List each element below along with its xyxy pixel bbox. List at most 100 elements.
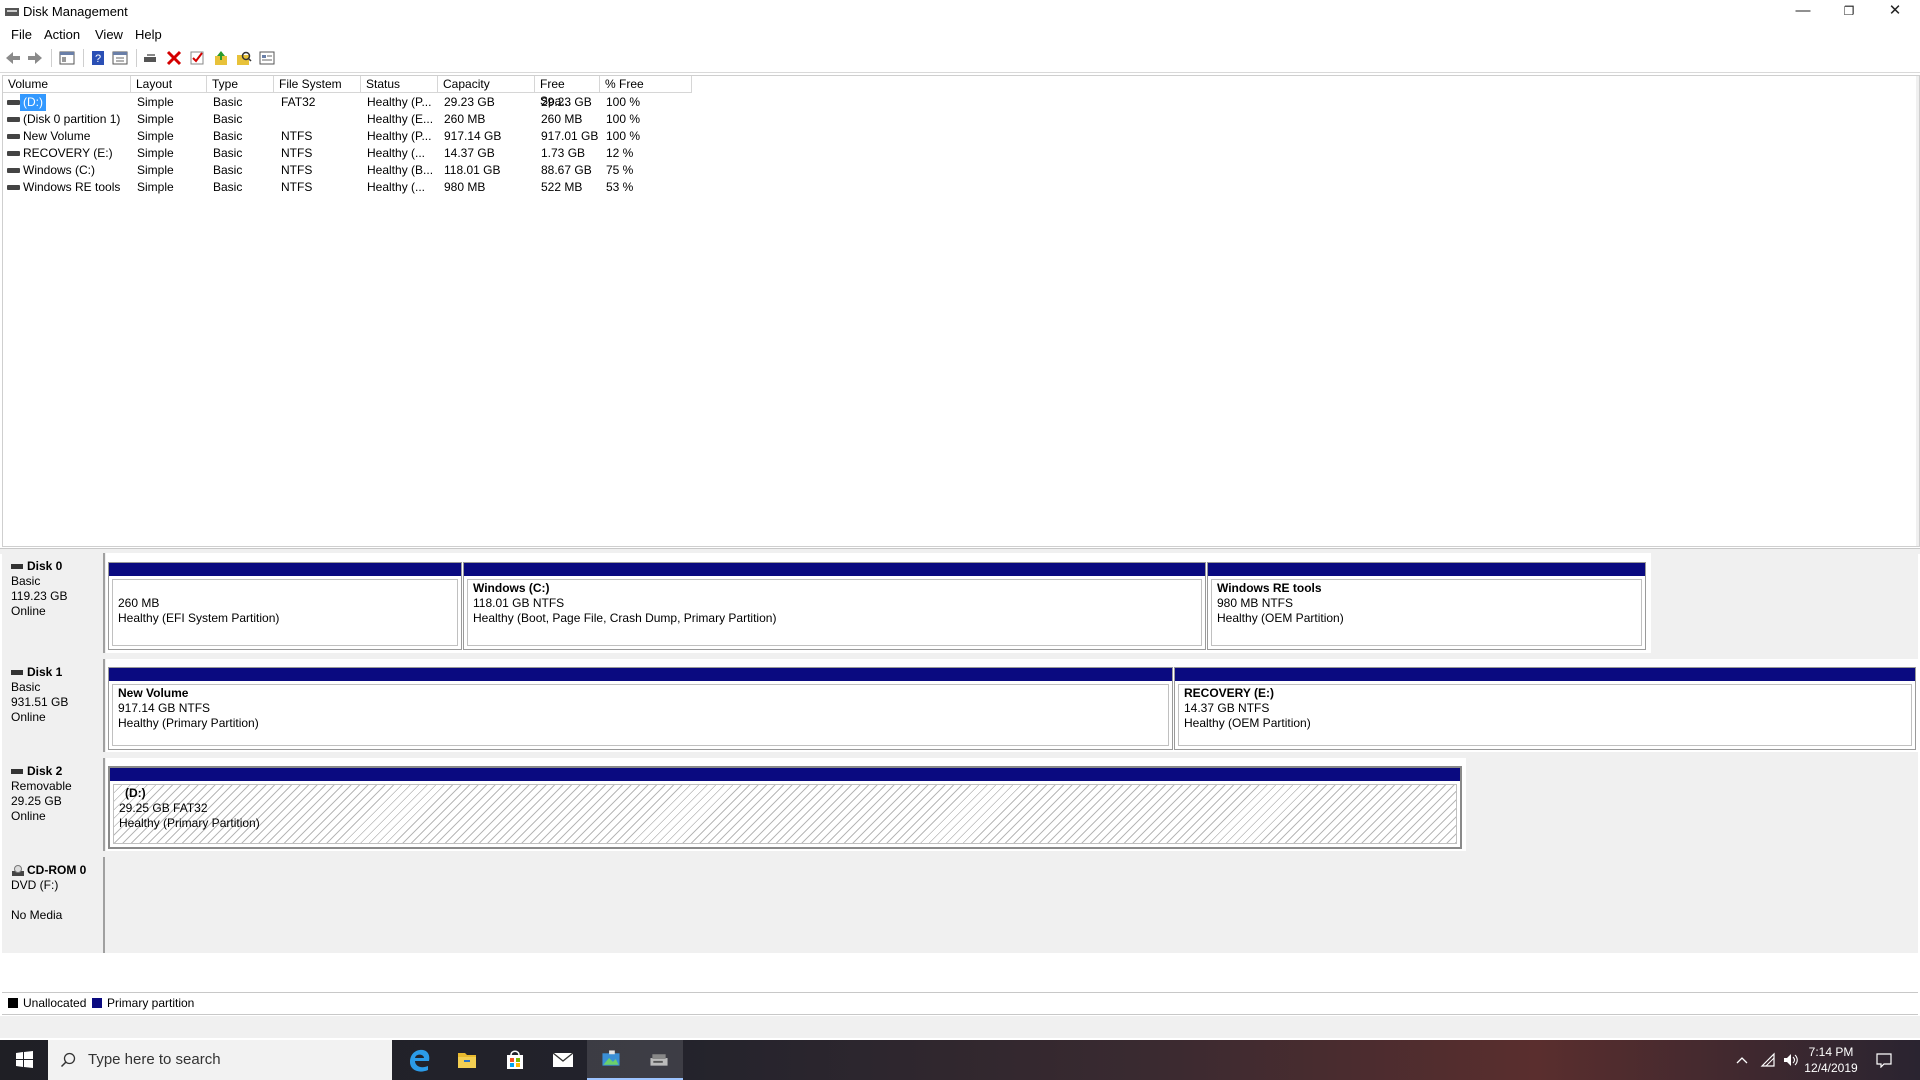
disk-type: Basic [11, 574, 41, 588]
status-bar [0, 1016, 1920, 1038]
disk-label-2[interactable]: Disk 2 Removable 29.25 GB Online [2, 758, 105, 851]
partition-status: Healthy (Primary Partition) [118, 716, 259, 730]
edge-icon[interactable] [395, 1040, 443, 1080]
partition-body: New Volume 917.14 GB NTFS Healthy (Prima… [112, 684, 1169, 746]
partition-windows-re-tools[interactable]: Windows RE tools 980 MB NTFS Healthy (OE… [1207, 562, 1646, 650]
table-row[interactable]: Windows (C:) Simple Basic NTFS Healthy (B...… [3, 162, 703, 179]
photos-icon[interactable] [587, 1040, 635, 1080]
column-header-type[interactable]: Type [207, 76, 274, 93]
file-explorer-icon[interactable] [443, 1040, 491, 1080]
disk-state: Online [11, 809, 46, 823]
volume-icon [7, 168, 20, 173]
partition-title: (D:) [125, 786, 146, 800]
disk-graphical-view: Disk 0 Basic 119.23 GB Online 260 MB Hea… [2, 553, 1918, 953]
close-button[interactable]: ✕ [1872, 0, 1918, 24]
column-header-capacity[interactable]: Capacity [438, 76, 535, 93]
disk-name: Disk 1 [27, 665, 63, 679]
cell-status: Healthy (... [367, 180, 426, 194]
cell-status: Healthy (B... [367, 163, 434, 177]
disk-type: Basic [11, 680, 41, 694]
delete-icon[interactable] [165, 49, 183, 67]
minimize-button[interactable]: — [1780, 0, 1826, 24]
volume-icon [7, 117, 20, 122]
network-icon[interactable] [1760, 1052, 1776, 1068]
export-icon[interactable] [212, 49, 230, 67]
clock-time: 7:14 PM [1808, 1045, 1854, 1059]
column-header-layout[interactable]: Layout [131, 76, 207, 93]
volume-icon [7, 100, 20, 105]
disk-size: 29.25 GB [11, 794, 62, 808]
cell-percent-free: 75 % [606, 163, 634, 177]
store-icon[interactable] [491, 1040, 539, 1080]
volume-list: Volume Layout Type File System Status Ca… [2, 75, 1920, 547]
disk-label-1[interactable]: Disk 1 Basic 931.51 GB Online [2, 659, 105, 752]
disk-state: No Media [11, 908, 63, 922]
taskbar-search-box[interactable]: Type here to search [48, 1040, 392, 1080]
windows-start-icon[interactable] [0, 1040, 48, 1080]
table-row[interactable]: Windows RE tools Simple Basic NTFS Healthy (… [3, 179, 703, 196]
partition-body: Windows RE tools 980 MB NTFS Healthy (OE… [1211, 579, 1642, 646]
back-icon[interactable] [4, 49, 22, 67]
column-header-percent-free[interactable]: % Free [600, 76, 692, 93]
taskbar-clock[interactable]: 7:14 PM 12/4/2019 [1796, 1044, 1866, 1076]
show-hide-console-tree-icon[interactable] [58, 49, 76, 67]
partition-windows-c[interactable]: Windows (C:) 118.01 GB NTFS Healthy (Boo… [463, 562, 1206, 650]
cell-file-system: FAT32 [281, 95, 316, 109]
help-icon[interactable]: ? [89, 49, 107, 67]
cell-type: Basic [213, 112, 243, 126]
partition-size: 118.01 GB NTFS [473, 596, 565, 610]
cell-volume: Windows RE tools [23, 180, 121, 194]
menu-action[interactable]: Action [39, 26, 85, 43]
table-row[interactable]: RECOVERY (E:) Simple Basic NTFS Healthy (...… [3, 145, 703, 162]
disk-type: DVD (F:) [11, 878, 59, 892]
volume-icon [7, 134, 20, 139]
volume-list-header: Volume Layout Type File System Status Ca… [3, 76, 1919, 108]
restore-button[interactable]: ❐ [1826, 0, 1872, 24]
cell-capacity: 29.23 GB [444, 95, 495, 109]
partition-size: 980 MB NTFS [1217, 596, 1294, 610]
chevron-up-icon[interactable] [1735, 1054, 1749, 1066]
column-header-file-system[interactable]: File System [274, 76, 361, 93]
disk-name: Disk 0 [27, 559, 63, 573]
search-icon[interactable] [235, 49, 253, 67]
partition-status: Healthy (Boot, Page File, Crash Dump, Pr… [473, 611, 777, 625]
partition-status: Healthy (Primary Partition) [119, 816, 260, 830]
toolbar-separator [51, 49, 52, 67]
check-icon[interactable] [188, 49, 206, 67]
properties-icon[interactable] [111, 49, 129, 67]
forward-icon[interactable] [26, 49, 44, 67]
partition-body: Windows (C:) 118.01 GB NTFS Healthy (Boo… [467, 579, 1202, 646]
menu-help[interactable]: Help [130, 26, 167, 43]
connect-icon[interactable] [142, 49, 160, 67]
disk-label-cdrom[interactable]: CD-ROM 0 DVD (F:) No Media [2, 857, 105, 953]
column-header-volume[interactable]: Volume [3, 76, 131, 93]
menu-view[interactable]: View [90, 26, 128, 43]
partition-disk0-efi[interactable]: 260 MB Healthy (EFI System Partition) [108, 562, 462, 650]
column-header-free-space[interactable]: Free Spa... [535, 76, 600, 108]
partition-body: RECOVERY (E:) 14.37 GB NTFS Healthy (OEM… [1178, 684, 1912, 746]
disk-name: Disk 2 [27, 764, 63, 778]
cell-type: Basic [213, 129, 243, 143]
menu-bar: File Action View Help [0, 24, 1920, 44]
mail-icon[interactable] [539, 1040, 587, 1080]
partition-new-volume[interactable]: New Volume 917.14 GB NTFS Healthy (Prima… [108, 667, 1173, 750]
volume-icon [7, 151, 20, 156]
table-row[interactable]: (D:) Simple Basic FAT32 Healthy (P... 29.23 G… [3, 94, 703, 111]
disk-label-0[interactable]: Disk 0 Basic 119.23 GB Online [2, 553, 105, 653]
table-row[interactable]: (Disk 0 partition 1) Simple Basic Healthy (… [3, 111, 703, 128]
vertical-scrollbar[interactable] [1916, 76, 1919, 546]
cell-type: Basic [213, 180, 243, 194]
column-header-status[interactable]: Status [361, 76, 438, 93]
view-icon[interactable] [258, 49, 276, 67]
menu-file[interactable]: File [6, 26, 37, 43]
disk-management-icon[interactable] [635, 1040, 683, 1080]
disk-2-partition-area: (D:) 29.25 GB FAT32 Healthy (Primary Par… [106, 758, 1466, 851]
disk-1-partition-area: New Volume 917.14 GB NTFS Healthy (Prima… [106, 659, 1918, 752]
partition-primary-bar [109, 563, 461, 576]
partition-removable-d[interactable]: (D:) 29.25 GB FAT32 Healthy (Primary Par… [108, 766, 1462, 849]
table-row[interactable]: New Volume Simple Basic NTFS Healthy (P... 91… [3, 128, 703, 145]
action-center-icon[interactable] [1876, 1052, 1892, 1068]
partition-recovery-e[interactable]: RECOVERY (E:) 14.37 GB NTFS Healthy (OEM… [1174, 667, 1916, 750]
disk-management-app-icon [5, 8, 19, 16]
disk-state: Online [11, 604, 46, 618]
